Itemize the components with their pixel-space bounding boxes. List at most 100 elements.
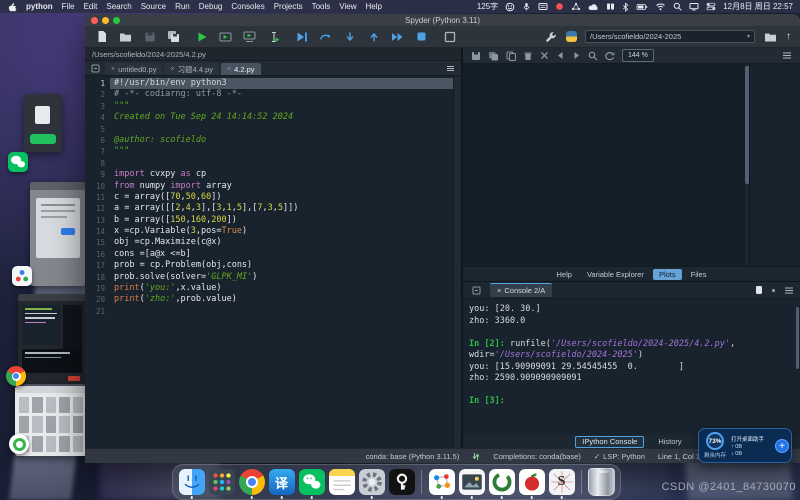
console-options-icon[interactable] [784, 286, 794, 295]
widget-expand-button[interactable]: + [775, 439, 789, 453]
plots-canvas[interactable] [463, 64, 800, 267]
code-line-4[interactable]: 4Created on Tue Sep 24 14:14:52 2024 [85, 112, 461, 123]
pane-tab-files[interactable]: Files [685, 269, 713, 280]
code-line-14[interactable]: 14x =cp.Variable(3,pos=True) [85, 226, 461, 237]
close-icon[interactable]: × [111, 66, 115, 73]
battery-icon[interactable] [636, 3, 648, 11]
editor-tab-untitled0-py[interactable]: ×untitled0.py [105, 63, 162, 75]
memory-widget[interactable]: 73% 剩余内存 打开桌面助手 ↑ 0B ↓ 0B + [698, 428, 792, 463]
code-line-21[interactable]: 21 [85, 306, 461, 317]
code-line-17[interactable]: 17prob = cp.Problem(obj,cons) [85, 260, 461, 271]
plots-options-icon[interactable] [782, 51, 792, 60]
menu-item-help[interactable]: Help [366, 2, 382, 11]
console-scrollbar-thumb[interactable] [796, 307, 799, 369]
run-to-line-button[interactable] [318, 30, 333, 44]
tab-history[interactable]: History [652, 437, 687, 447]
remove-plot-icon[interactable] [523, 51, 533, 61]
editor-options-icon[interactable] [446, 64, 455, 73]
menu-item-run[interactable]: Run [175, 2, 190, 11]
maximize-pane-button[interactable] [442, 30, 457, 44]
dock-green-ring-app[interactable] [488, 469, 515, 496]
save-button[interactable] [142, 30, 157, 44]
close-icon[interactable]: × [497, 286, 501, 295]
search-icon[interactable] [673, 2, 682, 11]
cloud-icon[interactable] [588, 3, 599, 11]
minimized-window-1[interactable] [24, 94, 62, 152]
previous-plot-icon[interactable] [556, 51, 565, 60]
code-line-15[interactable]: 15obj =cp.Maximize(c@x) [85, 237, 461, 248]
code-line-8[interactable]: 8 [85, 158, 461, 169]
run-file-button[interactable] [194, 30, 209, 44]
copy-plot-icon[interactable] [506, 51, 516, 61]
dock-translate[interactable]: 译 [268, 469, 295, 496]
pane-tab-plots[interactable]: Plots [653, 269, 682, 280]
debug-file-button[interactable] [294, 30, 309, 44]
apple-menu-icon[interactable] [7, 1, 17, 12]
chrome-badge-icon[interactable] [6, 366, 26, 386]
parent-directory-button[interactable]: ↑ [786, 32, 791, 42]
browse-directory-button[interactable] [763, 30, 778, 44]
editor-scrollbar[interactable] [453, 76, 461, 448]
code-line-13[interactable]: 13b = array([150,160,200]) [85, 215, 461, 226]
menu-item-consoles[interactable]: Consoles [231, 2, 264, 11]
menu-item-edit[interactable]: Edit [84, 2, 98, 11]
dock-keychain[interactable] [388, 469, 415, 496]
panes-icon[interactable] [606, 2, 615, 11]
minimized-window-3[interactable] [18, 294, 86, 384]
dock-notes[interactable] [328, 469, 355, 496]
code-line-18[interactable]: 18prob.solve(solver='GLPK_MI') [85, 272, 461, 283]
zoom-plot-icon[interactable] [588, 51, 598, 61]
code-line-5[interactable]: 5 [85, 124, 461, 135]
dock-nodes-app[interactable] [428, 469, 455, 496]
menu-item-source[interactable]: Source [141, 2, 166, 11]
control-icon[interactable] [706, 2, 716, 11]
completions-status[interactable]: Completions: conda(base) [493, 452, 581, 461]
code-line-11[interactable]: 11c = array([70,50,60]) [85, 192, 461, 203]
save-all-button[interactable] [166, 30, 181, 44]
code-line-16[interactable]: 16cons =[a@x <=b] [85, 249, 461, 260]
open-file-button[interactable] [118, 30, 133, 44]
console-environment-icon[interactable] [755, 285, 763, 295]
mic-icon[interactable] [522, 2, 531, 12]
close-plot-icon[interactable] [540, 51, 549, 60]
conda-env-status[interactable]: conda: base (Python 3.11.5) [366, 452, 460, 461]
app-badge-icon[interactable] [12, 266, 32, 286]
stop-debug-button[interactable] [414, 30, 429, 44]
next-plot-icon[interactable] [572, 51, 581, 60]
step-into-button[interactable] [342, 30, 357, 44]
menu-item-debug[interactable]: Debug [199, 2, 223, 11]
save-all-plots-icon[interactable] [488, 51, 499, 61]
code-line-19[interactable]: 19print('you:',x.value) [85, 283, 461, 294]
menu-item-view[interactable]: View [339, 2, 356, 11]
code-line-9[interactable]: 9import cvxpy as cp [85, 169, 461, 180]
menu-item-projects[interactable]: Projects [274, 2, 303, 11]
tab-ipython-console[interactable]: IPython Console [575, 436, 644, 448]
menu-clock[interactable]: 12月8日 周日 22:57 [723, 1, 793, 12]
run-selection-button[interactable] [266, 30, 281, 44]
pane-tab-variable-explorer[interactable]: Variable Explorer [581, 269, 650, 280]
browse-tabs-icon[interactable] [91, 64, 100, 73]
record-icon[interactable] [555, 2, 564, 11]
ipython-console[interactable]: you: [20. 30.]zho: 3360.0In [2]: runfile… [463, 299, 800, 435]
dock-wechat[interactable] [298, 469, 325, 496]
nodes-icon[interactable] [571, 2, 581, 11]
code-line-6[interactable]: 6@author: scofieldo [85, 135, 461, 146]
working-directory-selector[interactable]: /Users/scofieldo/2024-2025 ▾ [585, 30, 755, 43]
plots-thumbnail-strip[interactable] [749, 64, 800, 266]
menu-app-name[interactable]: python [26, 2, 53, 11]
face-icon[interactable] [505, 2, 515, 12]
pane-tab-help[interactable]: Help [551, 269, 578, 280]
code-editor[interactable]: 1#!/usr/bin/env python32# -*- codiarng: … [85, 76, 461, 448]
minimized-window-2[interactable] [30, 182, 86, 286]
code-line-12[interactable]: 12a = array([[2,4,3],[3,1,5],[7,3,5]]) [85, 203, 461, 214]
editor-tab-4-2-py[interactable]: ×4.2.py [221, 63, 261, 75]
menu-item-search[interactable]: Search [106, 2, 131, 11]
new-file-button[interactable] [94, 30, 109, 44]
green-ring-badge-icon[interactable] [9, 434, 29, 454]
wifi-icon[interactable] [655, 2, 666, 11]
dock-spyder[interactable]: S [548, 469, 575, 496]
continue-execution-button[interactable] [390, 30, 405, 44]
close-icon[interactable]: × [170, 66, 174, 73]
menu-item-tools[interactable]: Tools [312, 2, 331, 11]
code-line-10[interactable]: 10from numpy import array [85, 181, 461, 192]
